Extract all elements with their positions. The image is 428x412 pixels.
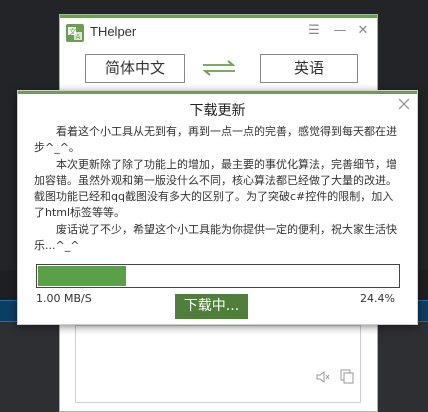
update-note-paragraph: 废话说了不少，希望这个小工具能为你提供一定的便利，祝大家生活快乐...^_^ [34,222,397,253]
update-notes: 看着这个小工具从无到有，再到一点一点的完善，感觉得到每天都在进步^_^。 本次更… [34,124,404,254]
svg-text:A: A [76,33,81,41]
app-logo-icon: 文 A [66,24,84,42]
app-title: THelper [90,24,137,39]
download-progress-fill [38,266,126,286]
close-icon[interactable] [397,97,411,111]
minimize-button[interactable]: — [332,23,348,39]
update-note-paragraph: 看着这个小工具从无到有，再到一点一点的完善，感觉得到每天都在进步^_^。 [34,125,397,155]
update-note-paragraph: 本次更新除了除了功能上的增加，最主要的事优化算法，完善细节，增加容错。虽然外观和… [34,157,397,220]
window-accent-bar [60,15,377,18]
update-dialog: 下载更新 看着这个小工具从无到有，再到一点一点的完善，感觉得到每天都在进步^_^… [17,90,418,325]
download-progress-bar [36,264,400,288]
swap-arrows-icon[interactable] [201,59,237,77]
copy-icon[interactable] [340,369,354,384]
speaker-icon[interactable] [316,370,330,384]
dialog-accent-bar [18,91,417,94]
window-close-button[interactable]: ✕ [355,23,371,39]
download-percent: 24.4% [360,292,395,305]
source-language-button[interactable]: 简体中文 [85,54,185,83]
downloading-button[interactable]: 下载中... [175,294,248,319]
menu-button[interactable]: ☰ [306,23,322,39]
download-speed: 1.00 MB/S [36,292,92,305]
translation-output-area[interactable] [75,325,361,403]
dialog-title: 下载更新 [189,103,246,119]
target-language-button[interactable]: 英语 [260,54,358,83]
